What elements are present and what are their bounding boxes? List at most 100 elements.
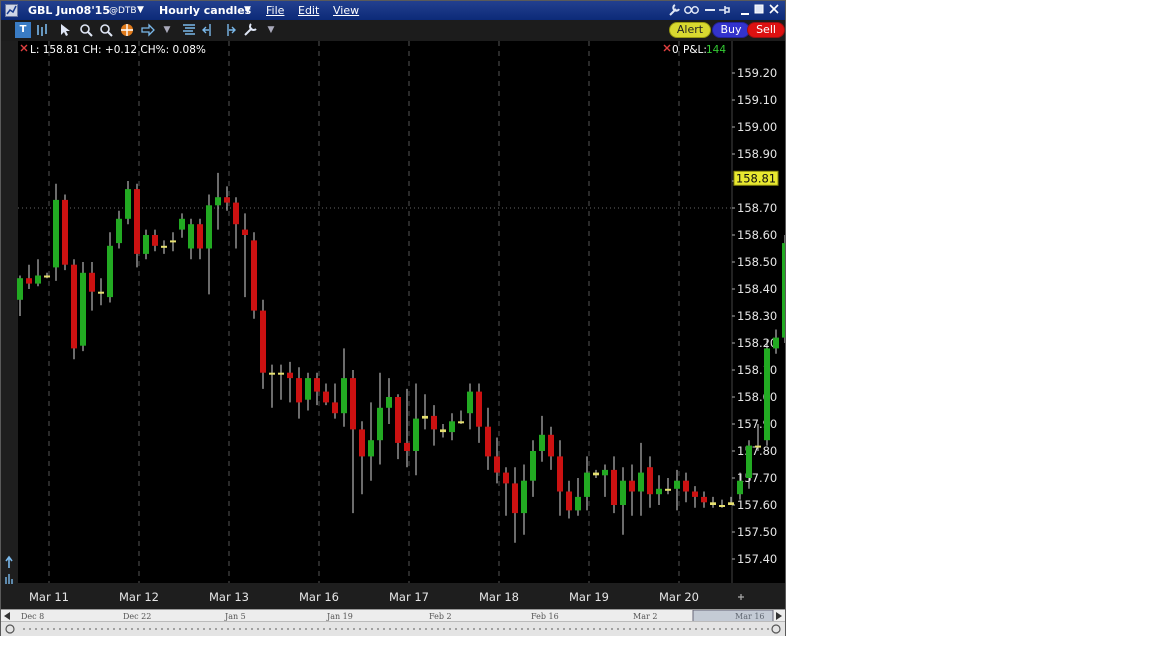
candle-body (539, 434, 545, 451)
candle-body (98, 291, 104, 294)
candle-body (656, 488, 662, 495)
sell-button[interactable]: Sell (747, 22, 785, 38)
position-readout: 0 (672, 44, 679, 56)
candle-body (188, 224, 194, 249)
minimize-icon[interactable] (739, 3, 751, 18)
candle-body (161, 245, 167, 248)
candle-body (755, 445, 761, 448)
candle-body (305, 378, 311, 400)
candle-body (602, 469, 608, 476)
candle-body (638, 472, 644, 492)
candle-body (323, 391, 329, 403)
candle-body (17, 278, 23, 300)
y-tick-label: 157.50 (737, 525, 777, 539)
candle-body (296, 378, 302, 403)
x-tick-label: Mar 13 (209, 590, 249, 604)
candle-body (404, 442, 410, 451)
candle-body (53, 199, 59, 268)
symbol-dropdown-icon[interactable]: ▼ (137, 5, 144, 15)
chart-window: GBL Jun08'15 @DTB ▼ Hourly candles ▼ Fil… (0, 0, 786, 636)
candle-body (692, 491, 698, 497)
split-left-icon[interactable] (201, 22, 217, 38)
settings-dropdown-icon[interactable]: ▼ (263, 22, 279, 38)
candle-body (530, 451, 536, 481)
navigator-label: Mar 2 (633, 612, 657, 621)
candle-body (26, 278, 32, 284)
candle-body (314, 378, 320, 392)
settings-wrench-icon[interactable] (242, 22, 258, 38)
candle-body (116, 218, 122, 244)
timeframe-selector[interactable]: Hourly candles (159, 4, 251, 17)
y-tick-label: 158.60 (737, 228, 777, 242)
link-icon[interactable] (683, 3, 701, 18)
y-tick-label: 157.60 (737, 498, 777, 512)
navigator-label: Jan 19 (326, 612, 353, 621)
menu-view[interactable]: View (333, 4, 359, 17)
x-tick-label: Mar 16 (299, 590, 339, 604)
maximize-icon[interactable] (753, 3, 765, 18)
candle-body (485, 426, 491, 457)
y-tick-label: 157.40 (737, 552, 777, 566)
candle-body (647, 467, 653, 495)
x-tick-label: Mar 11 (29, 590, 69, 604)
candle-body (359, 429, 365, 457)
nav-right-arrow-icon[interactable] (776, 612, 782, 620)
pin-icon[interactable] (717, 3, 731, 18)
split-right-icon[interactable] (221, 22, 237, 38)
candle-body (125, 189, 131, 219)
candle-body (773, 337, 779, 349)
dash-icon[interactable] (704, 3, 716, 18)
title-bar: GBL Jun08'15 @DTB ▼ Hourly candles ▼ Fil… (1, 1, 785, 20)
nav-left-arrow-icon[interactable] (4, 612, 10, 620)
bars-icon[interactable] (35, 22, 51, 38)
alert-button[interactable]: Alert (669, 22, 711, 38)
candle-body (629, 480, 635, 492)
x-tick-label: Mar 18 (479, 590, 519, 604)
close-icon[interactable] (768, 3, 780, 18)
pnl-value: 144 (706, 44, 726, 56)
menu-file[interactable]: File (266, 4, 284, 17)
y-tick-label: 159.00 (737, 120, 777, 134)
y-tick-label: 158.50 (737, 255, 777, 269)
wrench-icon[interactable] (667, 3, 681, 18)
zoom-in-icon[interactable] (78, 22, 94, 38)
candle-body (746, 445, 752, 478)
y-tick-label: 158.40 (737, 282, 777, 296)
y-tick-label: 158.10 (737, 363, 777, 377)
y-tick-label: 157.70 (737, 471, 777, 485)
price-chart[interactable]: 159.20159.10159.00158.90158.80158.70158.… (1, 41, 785, 609)
arrow-right-icon[interactable] (140, 22, 156, 38)
candle-body (269, 372, 275, 375)
navigator-label: Feb 2 (429, 612, 452, 621)
candle-body (431, 415, 437, 430)
cursor-icon[interactable] (57, 22, 73, 38)
candle-body (350, 378, 356, 430)
timeframe-dropdown-icon[interactable]: ▼ (244, 5, 251, 15)
y-tick-label: 158.00 (737, 390, 777, 404)
exchange-label: @DTB (109, 6, 137, 16)
candle-body (233, 202, 239, 225)
candle-body (278, 372, 284, 375)
candle-body (179, 218, 185, 230)
candle-body (89, 272, 95, 292)
symbol-label[interactable]: GBL Jun08'15 (28, 4, 110, 17)
zoom-out-icon[interactable] (98, 22, 114, 38)
dropdown-icon[interactable]: ▼ (159, 22, 175, 38)
buy-button[interactable]: Buy (712, 22, 750, 38)
candle-body (458, 421, 464, 424)
menu-edit[interactable]: Edit (298, 4, 319, 17)
candle-body (35, 275, 41, 284)
candle-body (377, 407, 383, 441)
y-tick-label: 158.70 (737, 201, 777, 215)
candle-body (422, 415, 428, 419)
text-tool-icon[interactable]: T (15, 22, 31, 38)
crosshair-icon[interactable] (119, 22, 135, 38)
x-tick-label: Mar 12 (119, 590, 159, 604)
y-tick-label: 157.90 (737, 417, 777, 431)
candle-body (476, 391, 482, 427)
indicator-icon[interactable] (181, 22, 197, 38)
horizontal-scrollbar[interactable] (1, 621, 785, 636)
candle-body (728, 502, 734, 505)
candle-body (242, 229, 248, 235)
candle-body (134, 189, 140, 254)
